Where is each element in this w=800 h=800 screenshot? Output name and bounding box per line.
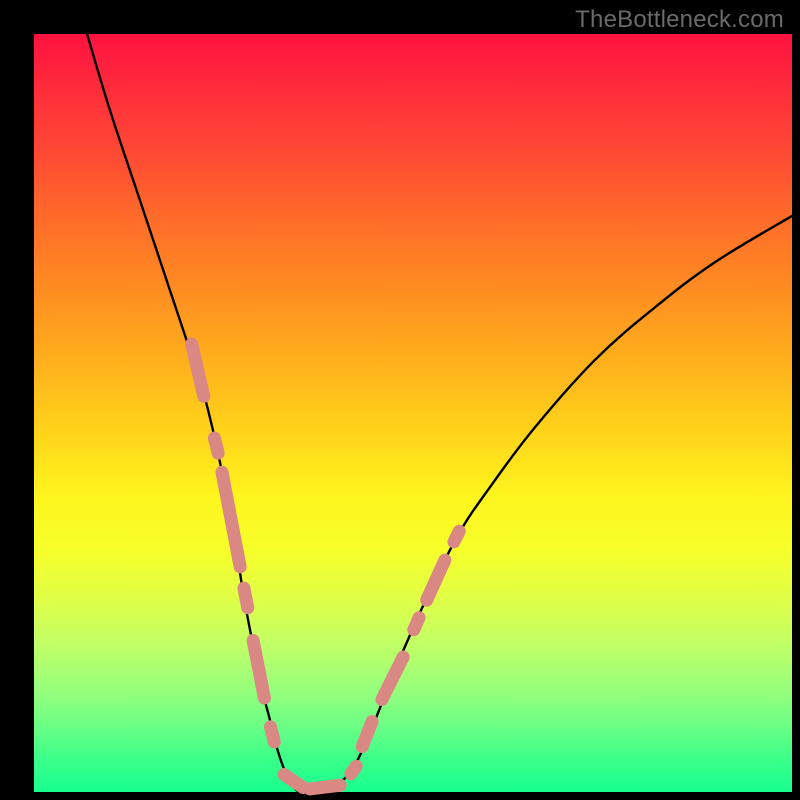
marker-layer (192, 344, 460, 789)
right-branch-dashes-segment (382, 657, 403, 699)
right-branch-dashes-segment (362, 722, 372, 747)
left-branch-dashes-segment (253, 640, 264, 698)
left-branch-dashes-segment (222, 472, 240, 567)
trough-dashes-segment (310, 785, 340, 789)
right-branch-dashes-segment (454, 531, 459, 542)
left-branch-dashes-segment (214, 438, 218, 453)
chart-svg (34, 34, 792, 792)
right-branch-dashes-segment (427, 560, 445, 600)
right-branch-dashes-segment (414, 618, 419, 630)
left-branch-dashes-segment (244, 588, 248, 608)
bottleneck-curve (87, 34, 792, 793)
trough-dashes-segment (284, 775, 303, 788)
chart-frame: TheBottleneck.com (0, 0, 800, 800)
left-branch-dashes-segment (192, 344, 204, 396)
trough-dashes-segment (351, 766, 356, 774)
watermark-text: TheBottleneck.com (575, 6, 784, 34)
left-branch-dashes-segment (271, 727, 275, 742)
plot-area (34, 34, 792, 792)
